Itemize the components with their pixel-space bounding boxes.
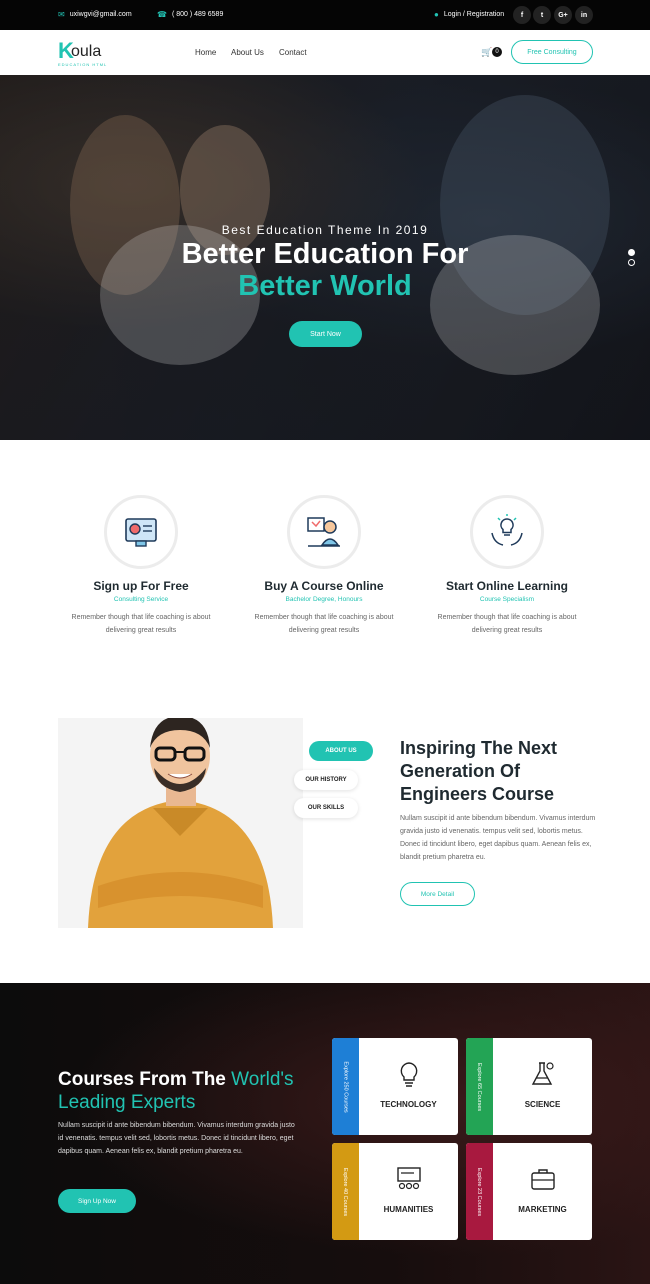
hero-banner: Best Education Theme In 2019 Better Educ… xyxy=(0,75,650,440)
courses-title-part-c: Leading Experts xyxy=(58,1092,196,1113)
lightbulb-icon xyxy=(359,1060,458,1093)
feature-subtitle: Consulting Service xyxy=(113,596,169,603)
linkedin-icon[interactable]: in xyxy=(575,6,593,24)
courses-title-highlight: World's xyxy=(231,1069,294,1090)
certificate-icon xyxy=(125,518,157,547)
course-count-strip: Explore 40 Courses xyxy=(332,1143,359,1240)
course-card-marketing[interactable]: Explore 23 Courses MARKETING xyxy=(466,1143,592,1240)
course-card-humanities[interactable]: Explore 40 Courses HUMANITIES xyxy=(332,1143,458,1240)
phone-icon: ☎ xyxy=(157,10,167,19)
course-card-science[interactable]: Explore 65 Courses SCIENCE xyxy=(466,1038,592,1135)
feature-title: Start Online Learning xyxy=(445,579,568,593)
flask-icon xyxy=(493,1060,592,1093)
course-count: Explore 250 Courses xyxy=(342,1060,349,1113)
course-label: SCIENCE xyxy=(524,1100,561,1109)
mail-icon: ✉ xyxy=(58,10,65,19)
free-consulting-button[interactable]: Free Consulting xyxy=(511,40,593,64)
feature-icon-circle xyxy=(470,495,544,569)
about-text: Nullam suscipit id ante bibendum bibendu… xyxy=(400,815,596,861)
feature-title: Sign up For Free xyxy=(93,579,189,593)
email-text: uxiwgvi@gmail.com xyxy=(69,11,132,18)
about-title: Inspiring The Next Generation Of Enginee… xyxy=(400,738,558,804)
tab-our-history[interactable]: OUR HISTORY xyxy=(294,770,358,790)
course-count-strip: Explore 65 Courses xyxy=(466,1038,493,1135)
course-label: HUMANITIES xyxy=(383,1205,434,1214)
feature-text: Remember though that life coaching is ab… xyxy=(71,614,211,634)
main-nav: K oula EDUCATION HTML Home About Us Cont… xyxy=(0,30,650,75)
slider-dot-active[interactable] xyxy=(628,249,635,256)
feature-text: Remember though that life coaching is ab… xyxy=(437,614,577,634)
courses-title-part-a: Courses From The xyxy=(58,1069,232,1090)
hero-title-line2: Better World xyxy=(238,270,412,302)
feature-text: Remember though that life coaching is ab… xyxy=(254,614,394,634)
hero-subtitle: Best Education Theme In 2019 xyxy=(221,223,429,237)
logo[interactable]: K oula EDUCATION HTML xyxy=(58,38,106,67)
email-contact[interactable]: ✉ uxiwgvi@gmail.com xyxy=(58,10,132,19)
feature-title: Buy A Course Online xyxy=(264,579,384,593)
twitter-icon[interactable]: t xyxy=(533,6,551,24)
facebook-icon[interactable]: f xyxy=(513,6,531,24)
courses-title: Courses From The World's Leading Experts xyxy=(58,1068,318,1114)
course-label: TECHNOLOGY xyxy=(380,1100,437,1109)
feature-icon-circle xyxy=(104,495,178,569)
nav-contact[interactable]: Contact xyxy=(279,48,307,57)
course-count: Explore 23 Courses xyxy=(476,1167,483,1216)
course-count-strip: Explore 250 Courses xyxy=(332,1038,359,1135)
idea-hands-icon xyxy=(491,514,523,546)
cart-icon[interactable]: 🛒 xyxy=(481,47,492,58)
online-teacher-icon xyxy=(307,517,340,547)
hero-title-line1: Better Education For xyxy=(181,238,469,270)
login-link[interactable]: ● Login / Registration xyxy=(434,10,504,19)
sign-up-now-button[interactable]: Sign Up Now xyxy=(58,1189,136,1213)
course-card-technology[interactable]: Explore 250 Courses TECHNOLOGY xyxy=(332,1038,458,1135)
phone-contact[interactable]: ☎ ( 800 ) 489 6589 xyxy=(157,10,223,19)
man-portrait-illustration xyxy=(88,718,273,928)
cart-count-badge: 0 xyxy=(492,47,502,57)
top-bar: ✉ uxiwgvi@gmail.com ☎ ( 800 ) 489 6589 ●… xyxy=(0,0,650,30)
feature-subtitle: Course Specialism xyxy=(479,596,535,603)
courses-text: Nullam suscipit id ante bibendum bibendu… xyxy=(58,1122,295,1155)
feature-signup: Sign up For Free Consulting Service Reme… xyxy=(56,495,226,637)
course-count: Explore 65 Courses xyxy=(476,1062,483,1111)
feature-icon-circle xyxy=(287,495,361,569)
nav-home[interactable]: Home xyxy=(195,48,216,57)
tab-our-skills[interactable]: OUR SKILLS xyxy=(294,798,358,818)
briefcase-icon xyxy=(493,1165,592,1198)
course-label: MARKETING xyxy=(518,1205,567,1214)
tab-about-us[interactable]: ABOUT US xyxy=(309,741,373,761)
phone-text: ( 800 ) 489 6589 xyxy=(171,11,224,18)
feature-subtitle: Bachelor Degree, Honours xyxy=(285,596,363,603)
course-count: Explore 40 Courses xyxy=(342,1167,349,1216)
feature-online-learning: Start Online Learning Course Specialism … xyxy=(422,495,592,637)
classroom-icon xyxy=(359,1165,458,1198)
user-icon: ● xyxy=(434,10,439,19)
about-photo xyxy=(58,718,303,928)
feature-buy-course: Buy A Course Online Bachelor Degree, Hon… xyxy=(239,495,409,637)
course-count-strip: Explore 23 Courses xyxy=(466,1143,493,1240)
more-detail-button[interactable]: More Detail xyxy=(400,882,475,906)
start-now-button[interactable]: Start Now xyxy=(289,321,362,347)
google-plus-icon[interactable]: G+ xyxy=(554,6,572,24)
login-text: Login / Registration xyxy=(443,11,505,18)
logo-tagline: EDUCATION HTML xyxy=(58,62,108,67)
logo-word: oula xyxy=(71,43,102,60)
nav-about[interactable]: About Us xyxy=(231,48,264,57)
slider-dot[interactable] xyxy=(628,259,635,266)
